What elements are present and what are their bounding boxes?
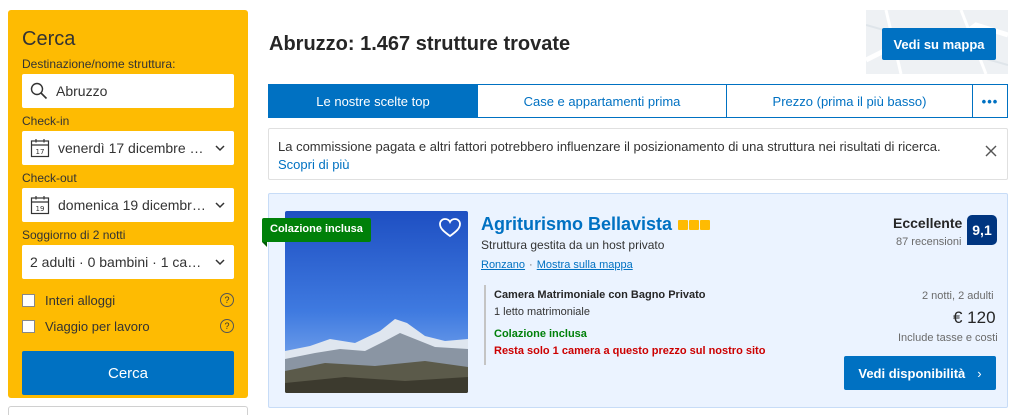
chevron-down-icon <box>215 145 225 152</box>
whole-homes-label: Interi alloggi <box>45 292 116 308</box>
calendar-icon: 17 <box>30 139 50 158</box>
guests-value: 2 adulti · 0 bambini · 1 camera <box>30 254 208 270</box>
location-link[interactable]: Ronzano <box>481 259 525 271</box>
destination-label: Destinazione/nome struttura: <box>22 57 176 71</box>
chevron-down-icon <box>215 259 225 266</box>
search-sidebar: Cerca Destinazione/nome struttura: Abruz… <box>8 10 248 398</box>
results-title: Abruzzo: 1.467 strutture trovate <box>269 33 571 55</box>
room-info: Camera Matrimoniale con Bagno Privato 1 … <box>484 285 774 365</box>
property-name-link[interactable]: Agriturismo Bellavista <box>481 214 672 235</box>
svg-text:19: 19 <box>36 205 45 213</box>
room-bed: 1 letto matrimoniale <box>494 306 590 318</box>
stay-summary: 2 notti, 2 adulti <box>922 290 994 302</box>
see-availability-button[interactable]: Vedi disponibilità › <box>844 356 996 390</box>
sidebar-next-panel <box>8 406 248 415</box>
star-icon <box>678 219 689 230</box>
chevron-right-icon: › <box>977 365 982 381</box>
filter-work-trip[interactable]: Viaggio per lavoro ? <box>22 315 234 337</box>
destination-value: Abruzzo <box>56 83 108 99</box>
sort-tabs: Le nostre scelte top Case e appartamenti… <box>268 84 1008 118</box>
show-on-map-button[interactable]: Vedi su mappa <box>882 28 996 60</box>
heart-icon[interactable] <box>439 218 461 238</box>
help-icon[interactable]: ? <box>220 293 234 307</box>
checkin-field[interactable]: 17 venerdì 17 dicembre 2021 <box>22 131 234 165</box>
property-name-row: Agriturismo Bellavista <box>481 214 711 235</box>
review-score-badge[interactable]: 9,1 <box>967 215 997 245</box>
room-breakfast: Colazione inclusa <box>494 328 587 340</box>
tab-homes-first[interactable]: Case e appartamenti prima <box>478 84 727 118</box>
tab-lowest-price[interactable]: Prezzo (prima il più basso) <box>727 84 973 118</box>
tab-top-picks[interactable]: Le nostre scelte top <box>268 84 478 118</box>
checkout-label: Check-out <box>22 171 77 185</box>
whole-homes-checkbox[interactable] <box>22 293 35 307</box>
star-icon <box>700 219 711 230</box>
room-name: Camera Matrimoniale con Bagno Privato <box>494 289 706 301</box>
checkout-field[interactable]: 19 domenica 19 dicembre 2021 <box>22 188 234 222</box>
search-icon <box>30 82 48 100</box>
breakfast-badge: Colazione inclusa <box>262 218 371 247</box>
notice-text: La commissione pagata e altri fattori po… <box>278 139 941 154</box>
filter-whole-homes[interactable]: Interi alloggi ? <box>22 289 234 311</box>
tab-more-options[interactable]: ••• <box>973 84 1008 118</box>
svg-text:17: 17 <box>36 148 45 156</box>
taxes-note: Include tasse e costi <box>898 332 998 344</box>
checkin-value: venerdì 17 dicembre 2021 <box>58 140 208 156</box>
scarcity-message: Resta solo 1 camera a questo prezzo sul … <box>494 345 766 357</box>
availability-label: Vedi disponibilità <box>858 365 966 381</box>
review-count[interactable]: 87 recensioni <box>896 236 961 248</box>
star-icon <box>689 219 700 230</box>
calendar-icon: 19 <box>30 196 50 215</box>
work-trip-checkbox[interactable] <box>22 319 35 333</box>
review-score-word[interactable]: Eccellente <box>893 215 962 231</box>
ranking-notice: La commissione pagata e altri fattori po… <box>268 128 1008 180</box>
checkin-label: Check-in <box>22 114 70 128</box>
checkout-value: domenica 19 dicembre 2021 <box>58 197 208 213</box>
location-row: Ronzano · Mostra sulla mappa <box>481 259 633 271</box>
guests-select[interactable]: 2 adulti · 0 bambini · 1 camera <box>22 245 234 279</box>
chevron-down-icon <box>215 202 225 209</box>
search-button[interactable]: Cerca <box>22 351 234 395</box>
learn-more-link[interactable]: Scopri di più <box>278 157 350 172</box>
destination-input[interactable]: Abruzzo <box>22 74 234 108</box>
separator-dot: · <box>529 259 533 271</box>
close-icon[interactable] <box>985 145 997 157</box>
show-on-map-link[interactable]: Mostra sulla mappa <box>537 259 633 271</box>
rating-squares <box>678 219 711 230</box>
host-info: Struttura gestita da un host privato <box>481 238 665 252</box>
search-title: Cerca <box>22 28 76 50</box>
help-icon[interactable]: ? <box>220 319 234 333</box>
work-trip-label: Viaggio per lavoro <box>45 318 150 334</box>
stay-length-label: Soggiorno di 2 notti <box>22 228 126 242</box>
price: € 120 <box>953 308 996 327</box>
